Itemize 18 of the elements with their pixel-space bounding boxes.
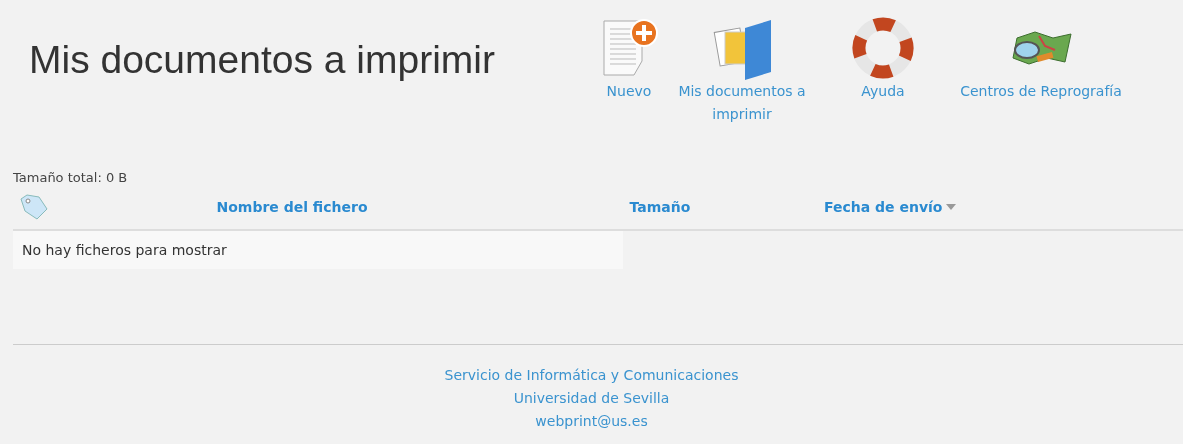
column-header[interactable]: Tamaño: [629, 199, 691, 215]
empty-message: No hay ficheros para mostrar: [13, 231, 623, 269]
footer-link[interactable]: webprint@us.es: [535, 410, 648, 433]
toolbar-link[interactable]: Mis documentos a imprimir: [669, 16, 815, 126]
toolbar-link[interactable]: Ayuda: [815, 16, 951, 126]
column-header[interactable]: Fecha de envío: [824, 199, 957, 215]
tag-icon: [19, 193, 49, 221]
sort-caret-icon: [946, 204, 957, 210]
map-icon: [1009, 28, 1073, 68]
total-size: Tamaño total: 0 B: [13, 170, 129, 185]
footer-link[interactable]: Universidad de Sevilla: [513, 387, 670, 410]
footer-link[interactable]: Servicio de Informática y Comunicaciones: [444, 364, 739, 387]
life-ring-icon: [852, 17, 914, 79]
column-header[interactable]: Nombre del fichero: [216, 199, 368, 215]
new-document-icon: [600, 17, 658, 79]
page-title: Mis documentos a imprimir: [29, 38, 496, 82]
toolbar-link[interactable]: Nuevo: [589, 16, 669, 126]
toolbar-link[interactable]: Centros de Reprografía: [951, 16, 1131, 126]
